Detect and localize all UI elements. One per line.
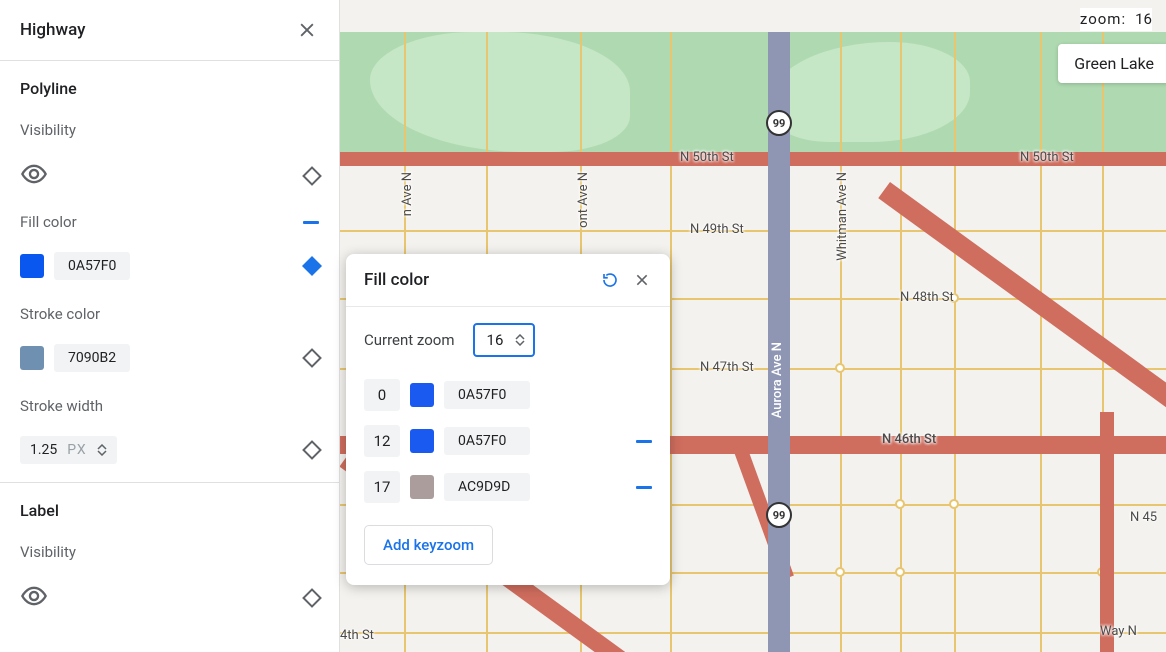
route-shield-99: 99 [766,110,792,136]
close-popup-button[interactable] [632,270,652,290]
close-icon [634,272,650,288]
street-label: Whitman Ave N [835,172,850,261]
stroke-width-input[interactable]: 1.25 PX [20,436,117,464]
fill-color-keyframe-indicator[interactable] [305,259,319,273]
current-zoom-stepper[interactable] [515,334,525,346]
current-zoom-label: Current zoom [364,331,455,349]
reset-icon [601,271,619,289]
current-zoom-value: 16 [487,331,504,349]
eye-icon [20,160,48,188]
sidebar-title: Highway [20,20,85,40]
label-visibility-label: Visibility [20,543,76,561]
street-label: Aurora Ave N [770,342,785,418]
zoom-indicator: zoom: 16 [1080,8,1152,31]
fill-color-label: Fill color [20,213,77,231]
stroke-width-keyframe-indicator[interactable] [305,443,319,457]
current-zoom-input[interactable]: 16 [473,323,536,357]
label-visibility-keyframe-indicator[interactable] [305,591,319,605]
keyzoom-level[interactable]: 0 [364,379,400,411]
fill-color-hex[interactable]: 0A57F0 [54,252,130,280]
polyline-section: Polyline Visibility Fill color 0A57F0 [0,61,339,464]
add-keyzoom-button[interactable]: Add keyzoom [364,525,493,565]
sidebar: Highway Polyline Visibility Fill color [0,0,340,652]
sidebar-header: Highway [0,0,339,61]
keyzoom-swatch[interactable] [410,475,434,499]
street-label: N 48th St [900,290,954,305]
close-sidebar-button[interactable] [295,18,319,42]
stroke-color-label: Stroke color [20,305,100,323]
street-label: N 47th St [700,360,754,375]
keyzoom-hex[interactable]: AC9D9D [444,473,530,501]
stroke-width-unit: PX [67,442,86,458]
label-section: Label Visibility [0,483,339,614]
stroke-color-swatch[interactable] [20,346,44,370]
keyzoom-level[interactable]: 12 [364,425,400,457]
street-label: ont Ave N [576,172,591,228]
fill-color-popup: Fill color Current zoom 16 0 0A57F0 [346,254,670,585]
street-label: N 50th St [680,150,734,165]
keyzoom-level[interactable]: 17 [364,471,400,503]
polyline-heading: Polyline [20,79,319,98]
place-label-green-lake[interactable]: Green Lake [1058,44,1166,83]
visibility-label: Visibility [20,121,76,139]
keyzoom-row-0: 0 0A57F0 [364,379,652,411]
street-label: N 49th St [690,222,744,237]
fill-color-collapse[interactable] [303,221,319,224]
street-label: N 50th St [1020,150,1074,165]
street-label: n Ave N [400,172,415,216]
chevron-down-icon [515,340,525,346]
popup-title: Fill color [364,270,588,290]
stroke-width-stepper[interactable] [97,444,107,456]
eye-icon [20,582,48,610]
stroke-color-keyframe-indicator[interactable] [305,351,319,365]
route-shield-99: 99 [766,502,792,528]
keyzoom-row-2: 17 AC9D9D [364,471,652,503]
stroke-width-label: Stroke width [20,397,103,415]
street-label: N 45 [1130,510,1157,525]
chevron-down-icon [97,450,107,456]
stroke-width-value: 1.25 [30,442,57,458]
keyzoom-row-1: 12 0A57F0 [364,425,652,457]
reset-button[interactable] [600,270,620,290]
close-icon [297,20,317,40]
popup-header: Fill color [346,254,670,307]
street-label: 4th St [340,628,374,643]
keyzoom-hex[interactable]: 0A57F0 [444,427,530,455]
label-heading: Label [20,501,319,520]
keyzoom-swatch[interactable] [410,429,434,453]
keyzoom-swatch[interactable] [410,383,434,407]
street-label: N 46th St [882,432,936,447]
remove-keyzoom-button[interactable] [636,440,652,443]
street-label: Way N [1100,624,1137,639]
label-visibility-toggle[interactable] [20,582,48,614]
visibility-toggle[interactable] [20,160,48,192]
keyzoom-hex[interactable]: 0A57F0 [444,381,530,409]
visibility-keyframe-indicator[interactable] [305,169,319,183]
remove-keyzoom-button[interactable] [636,486,652,489]
stroke-color-hex[interactable]: 7090B2 [54,344,130,372]
fill-color-swatch[interactable] [20,254,44,278]
